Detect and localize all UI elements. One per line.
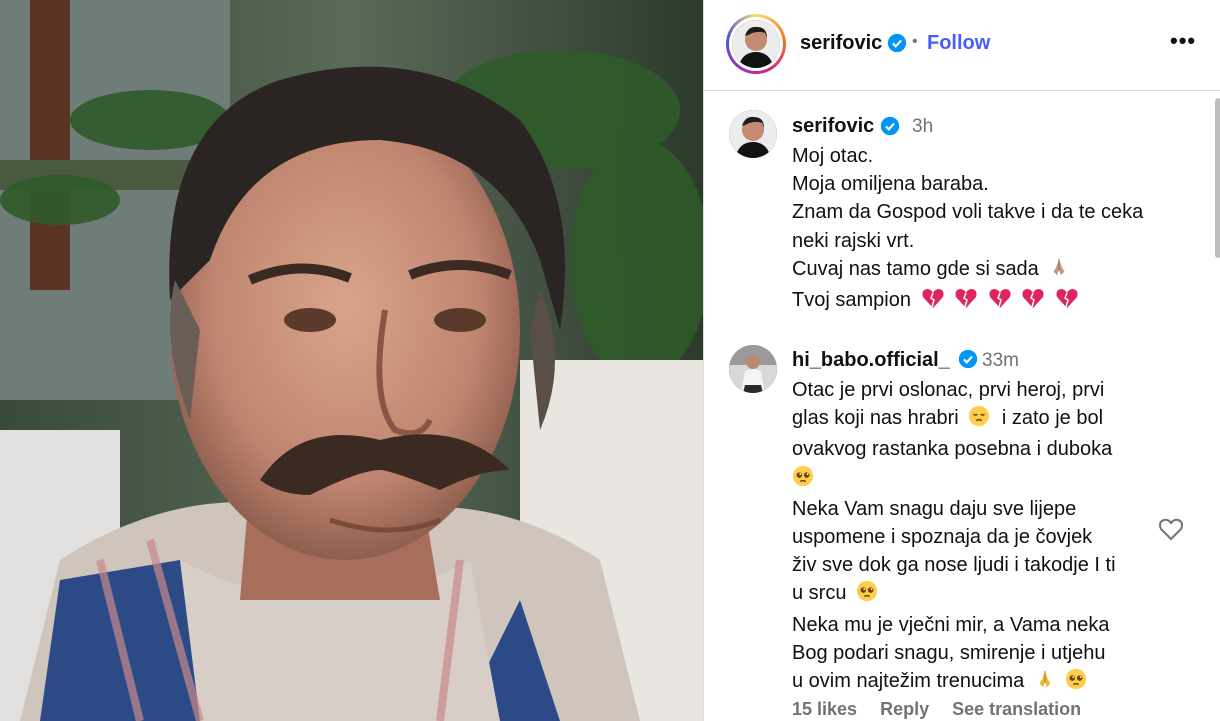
comment-line: u ovim najtežim trenucima [792,670,1025,693]
author-story-ring[interactable] [726,14,786,74]
caption-text: Moj otac. Moja omiljena baraba. Znam da … [792,142,1192,317]
comment-line: glas koji nas hrabri [792,407,959,430]
photo-image [0,0,703,721]
scrollbar[interactable] [1215,98,1220,258]
avatar-image [729,110,777,158]
praying-hands-icon [1048,256,1070,286]
verified-badge-icon [880,116,900,136]
separator-dot: • [912,33,918,50]
comment-line: živ sve dok ga nose ljudi i takodje I ti [792,554,1116,577]
comment-line: Otac je prvi oslonac, prvi heroj, prvi [792,379,1105,401]
comment-line: ovakvog rastanka posebna i duboka [792,438,1113,461]
comment-likes[interactable]: 15 likes [792,699,857,719]
broken-heart-icon [1021,287,1045,317]
comment-text: Otac je prvi oslonac, prvi heroj, prvi g… [792,376,1192,698]
post-header: serifovic • Follow ••• [704,0,1220,91]
pensive-face-icon [968,405,990,435]
avatar-image [732,20,780,68]
post-photo[interactable] [0,0,703,721]
broken-heart-icon [1055,287,1079,317]
praying-hands-icon [1034,668,1056,698]
broken-heart-icon [988,287,1012,317]
author-avatar[interactable] [732,20,780,68]
comment-meta: 15 likes Reply See translation [792,699,1099,720]
reply-button[interactable]: Reply [880,699,929,719]
avatar-image [729,345,777,393]
commenter-username[interactable]: hi_babo.official_ [792,349,950,372]
verified-badge-icon [887,33,907,53]
post-side-panel: serifovic • Follow ••• serifovic 3h Moj … [703,0,1220,721]
caption-line: Moj otac. [792,145,874,167]
caption-line: Tvoj sampion [792,289,911,312]
caption-avatar[interactable] [729,110,777,158]
like-comment-heart-icon[interactable] [1158,517,1184,546]
caption-line: Znam da Gospod voli takve i da te ceka [792,201,1144,224]
caption-line: neki rajski vrt. [792,229,915,252]
pleading-face-icon [792,465,814,495]
comment-line: uspomene i spoznaja da je čovjek [792,526,1093,549]
comment-line: Neka mu je vječni mir, a Vama neka [792,613,1110,636]
comment-line: Bog podari snagu, smirenje i utjehu [792,641,1106,664]
see-translation-button[interactable]: See translation [952,699,1081,719]
comment-time: 33m [982,350,1019,371]
follow-button[interactable]: Follow [927,32,990,55]
broken-heart-icon [921,287,945,317]
caption-username[interactable]: serifovic [792,115,874,138]
caption-line: Moja omiljena baraba. [792,173,989,196]
commenter-avatar[interactable] [729,345,777,393]
caption-time: 3h [912,116,934,137]
verified-badge-icon [958,349,978,369]
author-username[interactable]: serifovic [800,32,882,55]
broken-heart-icon [954,287,978,317]
comment-line: Neka Vam snagu daju sve lijepe [792,497,1077,520]
comment-line: i zato je bol [1001,407,1104,430]
pleading-face-icon [856,580,878,610]
caption-line: Cuvaj nas tamo gde si sada [792,257,1039,280]
pleading-face-icon [1065,668,1087,698]
comment-line: u srcu [792,582,847,605]
more-options-icon[interactable]: ••• [1170,28,1196,54]
